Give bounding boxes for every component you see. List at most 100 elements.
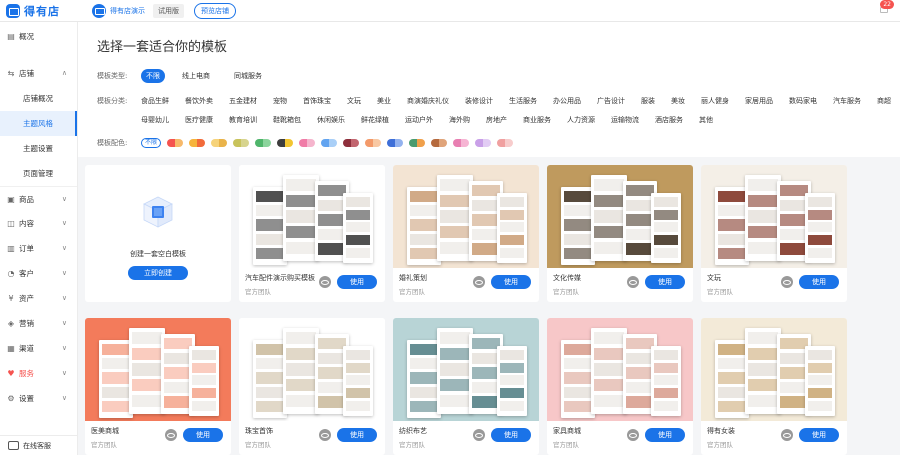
category-option[interactable]: 餐饮外卖 xyxy=(185,96,213,106)
use-template-button[interactable]: 使用 xyxy=(799,428,839,442)
category-option[interactable]: 医疗健康 xyxy=(185,115,213,125)
color-option-all[interactable]: 不限 xyxy=(141,138,162,148)
category-option[interactable]: 人力资源 xyxy=(567,115,595,125)
sidebar-item-goods[interactable]: ▣ 商品 ∨ xyxy=(0,186,77,211)
sidebar-subitem-store-overview[interactable]: 店铺概况 xyxy=(0,86,77,111)
category-option[interactable]: 家居用品 xyxy=(745,96,773,106)
preview-store-button[interactable]: 预览店铺 xyxy=(194,2,236,19)
category-option[interactable]: 服装 xyxy=(641,96,655,106)
use-template-button[interactable]: 使用 xyxy=(645,275,685,289)
notification-bell[interactable]: 22 xyxy=(878,0,894,15)
category-option[interactable]: 丽人健身 xyxy=(701,96,729,106)
type-option-local[interactable]: 同城服务 xyxy=(229,69,267,83)
color-swatch[interactable] xyxy=(189,139,206,147)
category-option[interactable]: 鲜花绿植 xyxy=(361,115,389,125)
category-option[interactable]: 汽车服务 xyxy=(833,96,861,106)
sidebar-item-channels[interactable]: ▦ 渠道 ∨ xyxy=(0,336,77,361)
template-card[interactable]: 医美商城 官方团队 使用 xyxy=(85,318,231,455)
template-card[interactable]: 文玩 官方团队 使用 xyxy=(701,165,847,302)
create-now-button[interactable]: 立即创建 xyxy=(128,266,188,280)
preview-eye-icon[interactable] xyxy=(165,429,177,441)
sidebar-item-services[interactable]: ♥ 服务 ∨ xyxy=(0,361,77,386)
template-card[interactable]: 纺织布艺 官方团队 使用 xyxy=(393,318,539,455)
category-option[interactable]: 商超 xyxy=(877,96,891,106)
color-swatch[interactable] xyxy=(497,139,514,147)
color-swatch[interactable] xyxy=(299,139,316,147)
color-swatch[interactable] xyxy=(475,139,492,147)
category-option[interactable]: 教育培训 xyxy=(229,115,257,125)
color-swatch[interactable] xyxy=(343,139,360,147)
use-template-button[interactable]: 使用 xyxy=(183,428,223,442)
category-option[interactable]: 美妆 xyxy=(671,96,685,106)
preview-eye-icon[interactable] xyxy=(627,429,639,441)
type-option-online[interactable]: 线上电商 xyxy=(177,69,215,83)
category-option[interactable]: 五金建材 xyxy=(229,96,257,106)
category-option[interactable]: 母婴幼儿 xyxy=(141,115,169,125)
category-option[interactable]: 生活服务 xyxy=(509,96,537,106)
shop-switcher[interactable]: 得有店演示 试用版 xyxy=(92,3,184,18)
sidebar-item-assets[interactable]: ¥ 资产 ∨ xyxy=(0,286,77,311)
color-swatch[interactable] xyxy=(255,139,272,147)
category-option[interactable]: 鞋靴箱包 xyxy=(273,115,301,125)
preview-eye-icon[interactable] xyxy=(473,276,485,288)
color-swatch[interactable] xyxy=(409,139,426,147)
sidebar-item-marketing[interactable]: ◈ 营销 ∨ xyxy=(0,311,77,336)
category-option[interactable]: 休闲娱乐 xyxy=(317,115,345,125)
category-option[interactable]: 文玩 xyxy=(347,96,361,106)
sidebar-subitem-page-management[interactable]: 页面管理 xyxy=(0,161,77,186)
use-template-button[interactable]: 使用 xyxy=(337,275,377,289)
sidebar-item-settings[interactable]: ⚙ 设置 ∨ xyxy=(0,386,77,411)
color-swatch[interactable] xyxy=(233,139,250,147)
color-swatch[interactable] xyxy=(431,139,448,147)
preview-eye-icon[interactable] xyxy=(319,276,331,288)
category-option[interactable]: 办公用品 xyxy=(553,96,581,106)
template-card[interactable]: 汽车配件演示购买模板 官方团队 使用 xyxy=(239,165,385,302)
use-template-button[interactable]: 使用 xyxy=(337,428,377,442)
sidebar-subitem-theme-style[interactable]: 主题风格 xyxy=(0,111,77,136)
category-option[interactable]: 装修设计 xyxy=(465,96,493,106)
category-option[interactable]: 商演婚庆礼仪 xyxy=(407,96,449,106)
online-service-button[interactable]: 在线客服 xyxy=(0,435,78,455)
preview-eye-icon[interactable] xyxy=(627,276,639,288)
color-swatch[interactable] xyxy=(365,139,382,147)
preview-eye-icon[interactable] xyxy=(319,429,331,441)
sidebar-item-overview[interactable]: ▤ 概况 xyxy=(0,24,77,49)
use-template-button[interactable]: 使用 xyxy=(491,428,531,442)
category-option[interactable]: 美业 xyxy=(377,96,391,106)
template-card[interactable]: 文化传媒 官方团队 使用 xyxy=(547,165,693,302)
category-option[interactable]: 酒店服务 xyxy=(655,115,683,125)
sidebar-item-store[interactable]: ⇆ 店铺 ∧ xyxy=(0,61,77,86)
use-template-button[interactable]: 使用 xyxy=(799,275,839,289)
preview-eye-icon[interactable] xyxy=(781,276,793,288)
color-swatch[interactable] xyxy=(387,139,404,147)
template-card[interactable]: 珠宝首饰 官方团队 使用 xyxy=(239,318,385,455)
sidebar-item-orders[interactable]: ▥ 订单 ∨ xyxy=(0,236,77,261)
category-option[interactable]: 运输物流 xyxy=(611,115,639,125)
blank-template-card[interactable]: 创建一套空白模板 立即创建 xyxy=(85,165,231,302)
color-swatch[interactable] xyxy=(211,139,228,147)
preview-eye-icon[interactable] xyxy=(473,429,485,441)
use-template-button[interactable]: 使用 xyxy=(645,428,685,442)
category-option[interactable]: 海外购 xyxy=(449,115,470,125)
category-option[interactable]: 商业服务 xyxy=(523,115,551,125)
category-option[interactable]: 广告设计 xyxy=(597,96,625,106)
preview-eye-icon[interactable] xyxy=(781,429,793,441)
category-option[interactable]: 首饰珠宝 xyxy=(303,96,331,106)
color-swatch[interactable] xyxy=(167,139,184,147)
color-swatch[interactable] xyxy=(277,139,294,147)
category-option[interactable]: 运动户外 xyxy=(405,115,433,125)
category-option[interactable]: 宠物 xyxy=(273,96,287,106)
category-option[interactable]: 数码家电 xyxy=(789,96,817,106)
category-option[interactable]: 房地产 xyxy=(486,115,507,125)
template-card[interactable]: 婚礼策划 官方团队 使用 xyxy=(393,165,539,302)
color-swatch[interactable] xyxy=(453,139,470,147)
category-option[interactable]: 食品生鲜 xyxy=(141,96,169,106)
template-card[interactable]: 家具商城 官方团队 使用 xyxy=(547,318,693,455)
brand[interactable]: 得有店 xyxy=(0,3,78,19)
type-option-all[interactable]: 不限 xyxy=(141,69,165,83)
sidebar-item-content[interactable]: ◫ 内容 ∨ xyxy=(0,211,77,236)
sidebar-item-customers[interactable]: ◔ 客户 ∨ xyxy=(0,261,77,286)
sidebar-subitem-theme-settings[interactable]: 主题设置 xyxy=(0,136,77,161)
use-template-button[interactable]: 使用 xyxy=(491,275,531,289)
color-swatch[interactable] xyxy=(321,139,338,147)
